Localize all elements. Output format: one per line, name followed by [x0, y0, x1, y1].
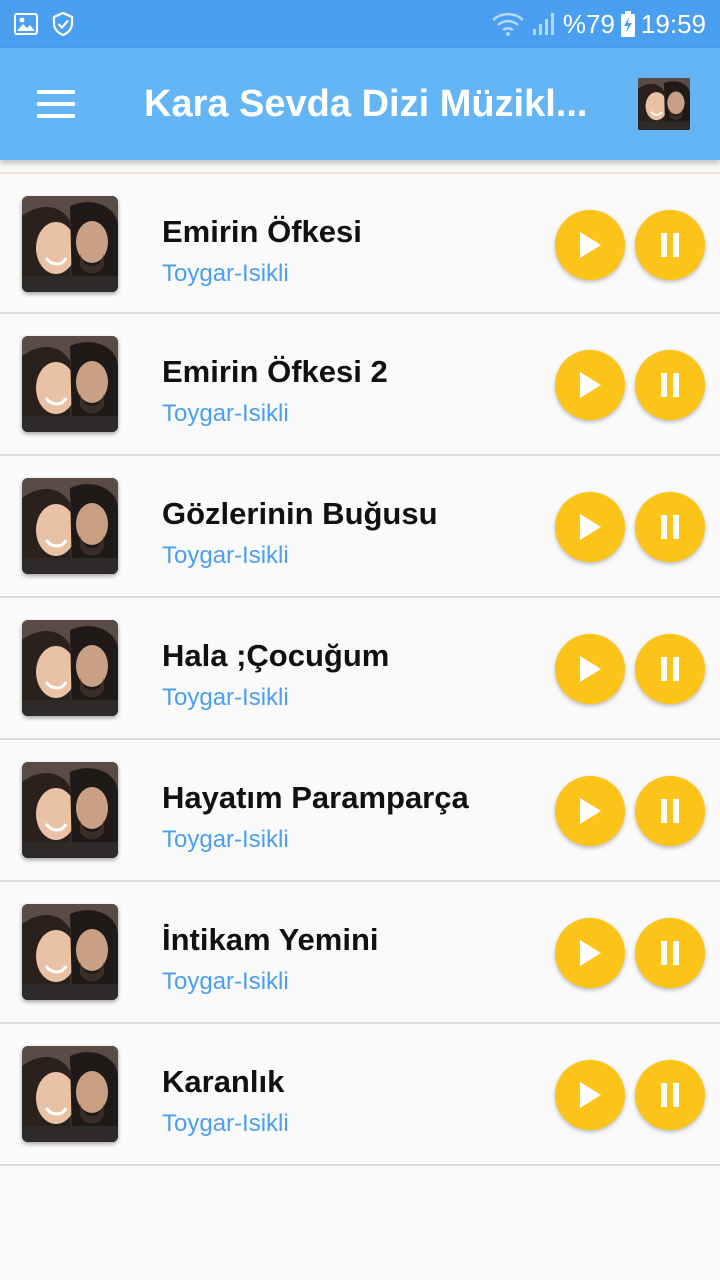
status-bar: %79 19:59 — [0, 0, 720, 48]
song-texts: Hala ;Çocuğum Toygar-Isikli — [162, 638, 389, 712]
song-artist: Toygar-Isikli — [162, 260, 289, 287]
play-button[interactable] — [555, 210, 625, 280]
pause-button[interactable] — [635, 634, 705, 704]
song-thumbnail — [22, 762, 118, 858]
pause-button[interactable] — [635, 492, 705, 562]
menu-button[interactable] — [0, 48, 112, 160]
pause-icon — [661, 233, 679, 257]
song-artist: Toygar-Isikli — [162, 400, 289, 427]
couple-photo-icon — [22, 904, 118, 1000]
menu-icon — [37, 90, 75, 118]
song-row[interactable]: Karanlık Toygar-Isikli — [0, 1024, 720, 1166]
song-title: İntikam Yemini — [162, 922, 379, 957]
gallery-notification-icon — [14, 13, 38, 35]
song-artist: Toygar-Isikli — [162, 542, 289, 569]
play-button[interactable] — [555, 634, 625, 704]
signal-icon — [532, 13, 554, 35]
song-texts: Emirin Öfkesi 2 Toygar-Isikli — [162, 354, 388, 428]
song-thumbnail — [22, 1046, 118, 1142]
song-row[interactable]: Emirin Öfkesi 2 Toygar-Isikli — [0, 314, 720, 456]
pause-button[interactable] — [635, 210, 705, 280]
pause-icon — [661, 1083, 679, 1107]
pause-button[interactable] — [635, 918, 705, 988]
song-thumbnail — [22, 336, 118, 432]
play-icon — [580, 1082, 601, 1108]
pause-button[interactable] — [635, 776, 705, 846]
app-bar: Kara Sevda Dizi Müzikl... — [0, 48, 720, 160]
couple-photo-icon — [22, 196, 118, 292]
song-texts: Karanlık Toygar-Isikli — [162, 1064, 289, 1138]
song-row[interactable]: Hayatım Paramparça Toygar-Isikli — [0, 740, 720, 882]
couple-photo-icon — [22, 762, 118, 858]
battery-percent: %79 — [562, 8, 615, 39]
wifi-icon — [492, 12, 524, 36]
pause-icon — [661, 941, 679, 965]
song-title: Karanlık — [162, 1064, 285, 1099]
song-texts: Gözlerinin Buğusu Toygar-Isikli — [162, 496, 438, 570]
play-icon — [580, 656, 601, 682]
status-left-icons — [14, 12, 74, 36]
pause-icon — [661, 373, 679, 397]
song-thumbnail — [22, 620, 118, 716]
song-thumbnail — [22, 478, 118, 574]
song-artist: Toygar-Isikli — [162, 684, 289, 711]
song-artist: Toygar-Isikli — [162, 968, 289, 995]
app-title: Kara Sevda Dizi Müzikl... — [144, 82, 588, 125]
play-icon — [580, 372, 601, 398]
play-icon — [580, 514, 601, 540]
play-button[interactable] — [555, 350, 625, 420]
song-thumbnail — [22, 904, 118, 1000]
play-button[interactable] — [555, 492, 625, 562]
song-title: Gözlerinin Buğusu — [162, 496, 438, 531]
status-right-icons: %79 19:59 — [491, 9, 706, 40]
pause-icon — [661, 657, 679, 681]
play-button[interactable] — [555, 1060, 625, 1130]
couple-photo-icon — [22, 336, 118, 432]
song-title: Hayatım Paramparça — [162, 780, 469, 815]
couple-photo-icon — [22, 1046, 118, 1142]
couple-photo-icon — [22, 478, 118, 574]
shield-notification-icon — [52, 12, 74, 36]
song-texts: İntikam Yemini Toygar-Isikli — [162, 922, 379, 996]
play-icon — [580, 798, 601, 824]
pause-button[interactable] — [635, 350, 705, 420]
app-avatar[interactable] — [638, 78, 690, 130]
clock: 19:59 — [640, 8, 706, 39]
song-row[interactable]: Emirin Öfkesi Toygar-Isikli — [0, 172, 720, 314]
play-icon — [580, 940, 601, 966]
play-icon — [580, 232, 601, 258]
pause-button[interactable] — [635, 1060, 705, 1130]
song-list: Emirin Öfkesi Toygar-Isikli Emirin Öfkes… — [0, 172, 720, 1166]
play-button[interactable] — [555, 776, 625, 846]
couple-photo-icon — [638, 78, 690, 130]
song-texts: Emirin Öfkesi Toygar-Isikli — [162, 214, 362, 288]
song-title: Emirin Öfkesi 2 — [162, 354, 388, 389]
song-texts: Hayatım Paramparça Toygar-Isikli — [162, 780, 469, 854]
song-thumbnail — [22, 196, 118, 292]
couple-photo-icon — [22, 620, 118, 716]
pause-icon — [661, 515, 679, 539]
battery-charging-icon — [620, 11, 635, 37]
song-artist: Toygar-Isikli — [162, 1110, 289, 1137]
pause-icon — [661, 799, 679, 823]
song-artist: Toygar-Isikli — [162, 826, 289, 853]
song-row[interactable]: İntikam Yemini Toygar-Isikli — [0, 882, 720, 1024]
song-row[interactable]: Gözlerinin Buğusu Toygar-Isikli — [0, 456, 720, 598]
song-title: Emirin Öfkesi — [162, 214, 362, 249]
song-title: Hala ;Çocuğum — [162, 638, 390, 673]
play-button[interactable] — [555, 918, 625, 988]
song-row[interactable]: Hala ;Çocuğum Toygar-Isikli — [0, 598, 720, 740]
